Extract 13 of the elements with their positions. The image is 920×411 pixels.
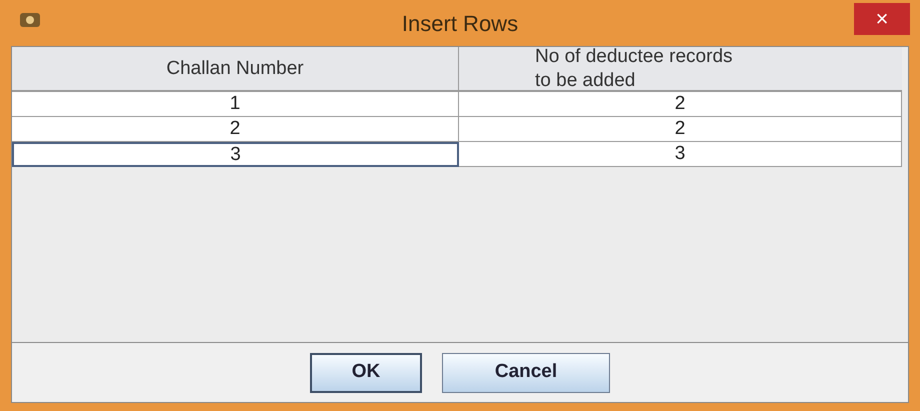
ok-button[interactable]: OK — [310, 352, 422, 392]
column-header[interactable]: Challan Number — [12, 47, 459, 92]
table-cell[interactable]: 2 — [459, 117, 902, 142]
table-cell[interactable]: 2 — [12, 117, 459, 142]
close-button[interactable]: × — [854, 3, 910, 35]
column-header[interactable]: No of deductee records to be added — [459, 47, 902, 92]
table-cell[interactable]: 3 — [459, 142, 902, 167]
table-cell[interactable]: 2 — [459, 92, 902, 117]
cancel-button[interactable]: Cancel — [442, 352, 610, 392]
window-title: Insert Rows — [402, 10, 518, 38]
table-cell[interactable]: 3 — [12, 142, 459, 167]
table-cell[interactable]: 1 — [12, 92, 459, 117]
app-icon — [19, 12, 41, 28]
